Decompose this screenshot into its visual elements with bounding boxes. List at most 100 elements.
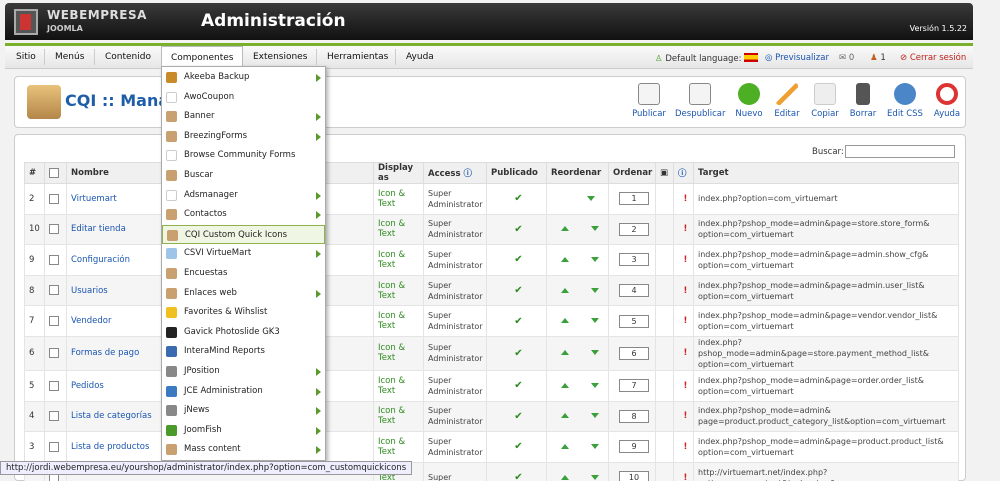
order-input[interactable]: 8	[619, 409, 649, 423]
move-up-icon[interactable]	[560, 474, 569, 480]
move-down-icon[interactable]	[590, 382, 599, 388]
logout-link[interactable]: ⊘ Cerrar sesión	[900, 53, 966, 63]
published-check-icon[interactable]: ✔	[514, 254, 522, 265]
publish-button[interactable]: Publicar	[627, 83, 671, 119]
messages-count[interactable]: ✉ 0	[839, 53, 854, 63]
row-select[interactable]	[44, 305, 67, 337]
published-check-icon[interactable]: ✔	[514, 411, 522, 422]
move-up-icon[interactable]	[560, 287, 569, 293]
col-display[interactable]: Display as	[373, 162, 424, 184]
order-input[interactable]: 5	[619, 314, 649, 328]
order-input[interactable]: 10	[619, 471, 649, 481]
dropdown-item-jce-administration[interactable]: JCE Administration	[162, 382, 325, 402]
order-input[interactable]: 1	[619, 192, 649, 206]
row-checkbox[interactable]	[49, 411, 59, 422]
row-checkbox[interactable]	[49, 285, 59, 296]
dropdown-item-enlaces-web[interactable]: Enlaces web	[162, 284, 325, 304]
menu-menus[interactable]: Menús	[55, 52, 84, 62]
published-check-icon[interactable]: ✔	[514, 193, 522, 204]
published-check-icon[interactable]: ✔	[514, 441, 522, 452]
row-select[interactable]	[44, 369, 67, 402]
dropdown-item-banner[interactable]: Banner	[162, 107, 325, 127]
published-check-icon[interactable]: ✔	[514, 348, 522, 359]
preview-link[interactable]: ◎ Previsualizar	[765, 53, 829, 63]
row-select[interactable]	[44, 335, 67, 371]
menu-ayuda[interactable]: Ayuda	[406, 52, 434, 62]
edit-css-button[interactable]: Edit CSS	[883, 83, 927, 119]
move-down-icon[interactable]	[586, 195, 595, 201]
dropdown-item-buscar[interactable]: Buscar	[162, 166, 325, 186]
published-check-icon[interactable]: ✔	[514, 224, 522, 235]
move-up-icon[interactable]	[560, 226, 569, 232]
dropdown-item-interamind-reports[interactable]: InteraMind Reports	[162, 342, 325, 362]
dropdown-item-mass-content[interactable]: Mass content	[162, 440, 325, 460]
published-check-icon[interactable]: ✔	[514, 472, 522, 481]
row-checkbox[interactable]	[49, 224, 59, 235]
dropdown-item-browse-community-forms[interactable]: Browse Community Forms	[162, 146, 325, 166]
dropdown-item-cqi-custom-quick-icons[interactable]: CQI Custom Quick Icons	[162, 224, 325, 245]
col-order[interactable]: Ordenar	[608, 162, 656, 184]
col-published[interactable]: Publicado	[486, 162, 547, 184]
col-save-order[interactable]: ▣	[655, 162, 674, 184]
order-input[interactable]: 6	[619, 346, 649, 360]
row-checkbox[interactable]	[49, 254, 59, 265]
row-select[interactable]	[44, 274, 67, 307]
dropdown-item-awocoupon[interactable]: AwoCoupon	[162, 88, 325, 108]
menu-extensiones[interactable]: Extensiones	[253, 52, 307, 62]
row-select[interactable]	[44, 244, 67, 276]
menu-contenido[interactable]: Contenido	[105, 52, 151, 62]
dropdown-item-breezingforms[interactable]: BreezingForms	[162, 127, 325, 147]
move-down-icon[interactable]	[590, 474, 599, 480]
menu-herramientas[interactable]: Herramientas	[327, 52, 388, 62]
move-down-icon[interactable]	[590, 287, 599, 293]
move-down-icon[interactable]	[590, 318, 599, 324]
dropdown-item-jnews[interactable]: jNews	[162, 401, 325, 421]
move-up-icon[interactable]	[560, 443, 569, 449]
dropdown-item-contactos[interactable]: Contactos	[162, 205, 325, 225]
row-checkbox[interactable]	[49, 380, 59, 391]
col-reorder[interactable]: Reordenar	[546, 162, 609, 184]
select-all-checkbox[interactable]	[49, 167, 59, 178]
move-down-icon[interactable]	[590, 350, 599, 356]
col-select-all[interactable]	[44, 162, 67, 184]
users-count[interactable]: ♟ 1	[870, 53, 886, 63]
published-check-icon[interactable]: ✔	[514, 316, 522, 327]
move-up-icon[interactable]	[560, 382, 569, 388]
save-order-icon[interactable]: ▣	[660, 168, 668, 178]
dropdown-item-adsmanager[interactable]: Adsmanager	[162, 186, 325, 206]
order-input[interactable]: 4	[619, 284, 649, 298]
move-up-icon[interactable]	[560, 350, 569, 356]
dropdown-item-joomfish[interactable]: JoomFish	[162, 421, 325, 441]
col-access[interactable]: Access ⓘ	[423, 162, 487, 184]
search-input[interactable]	[845, 145, 955, 158]
move-up-icon[interactable]	[560, 318, 569, 324]
move-down-icon[interactable]	[590, 413, 599, 419]
move-up-icon[interactable]	[560, 256, 569, 262]
move-down-icon[interactable]	[590, 226, 599, 232]
move-down-icon[interactable]	[590, 443, 599, 449]
dropdown-item-jposition[interactable]: JPosition	[162, 362, 325, 382]
order-input[interactable]: 7	[619, 379, 649, 393]
order-input[interactable]: 2	[619, 222, 649, 236]
help-button[interactable]: Ayuda	[925, 83, 969, 119]
col-target[interactable]: Target	[693, 162, 959, 184]
dropdown-item-csvi-virtuemart[interactable]: CSVI VirtueMart	[162, 244, 325, 264]
order-input[interactable]: 3	[619, 253, 649, 267]
row-select[interactable]	[44, 400, 67, 433]
move-up-icon[interactable]	[560, 413, 569, 419]
published-check-icon[interactable]: ✔	[514, 380, 522, 391]
dropdown-item-gavick-photoslide-gk3[interactable]: Gavick Photoslide GK3	[162, 323, 325, 343]
row-checkbox[interactable]	[49, 193, 59, 204]
menu-sitio[interactable]: Sitio	[16, 52, 36, 62]
dropdown-item-favorites-wihslist[interactable]: Favorites & Wihslist	[162, 303, 325, 323]
row-checkbox[interactable]	[49, 441, 59, 452]
dropdown-item-akeeba-backup[interactable]: Akeeba Backup	[162, 68, 325, 88]
delete-button[interactable]: Borrar	[841, 83, 885, 119]
row-select[interactable]	[44, 213, 67, 246]
row-select[interactable]	[44, 183, 67, 215]
published-check-icon[interactable]: ✔	[514, 285, 522, 296]
unpublish-button[interactable]: Despublicar	[675, 83, 725, 119]
row-select[interactable]	[44, 431, 67, 463]
move-down-icon[interactable]	[590, 256, 599, 262]
dropdown-item-encuestas[interactable]: Encuestas	[162, 264, 325, 284]
